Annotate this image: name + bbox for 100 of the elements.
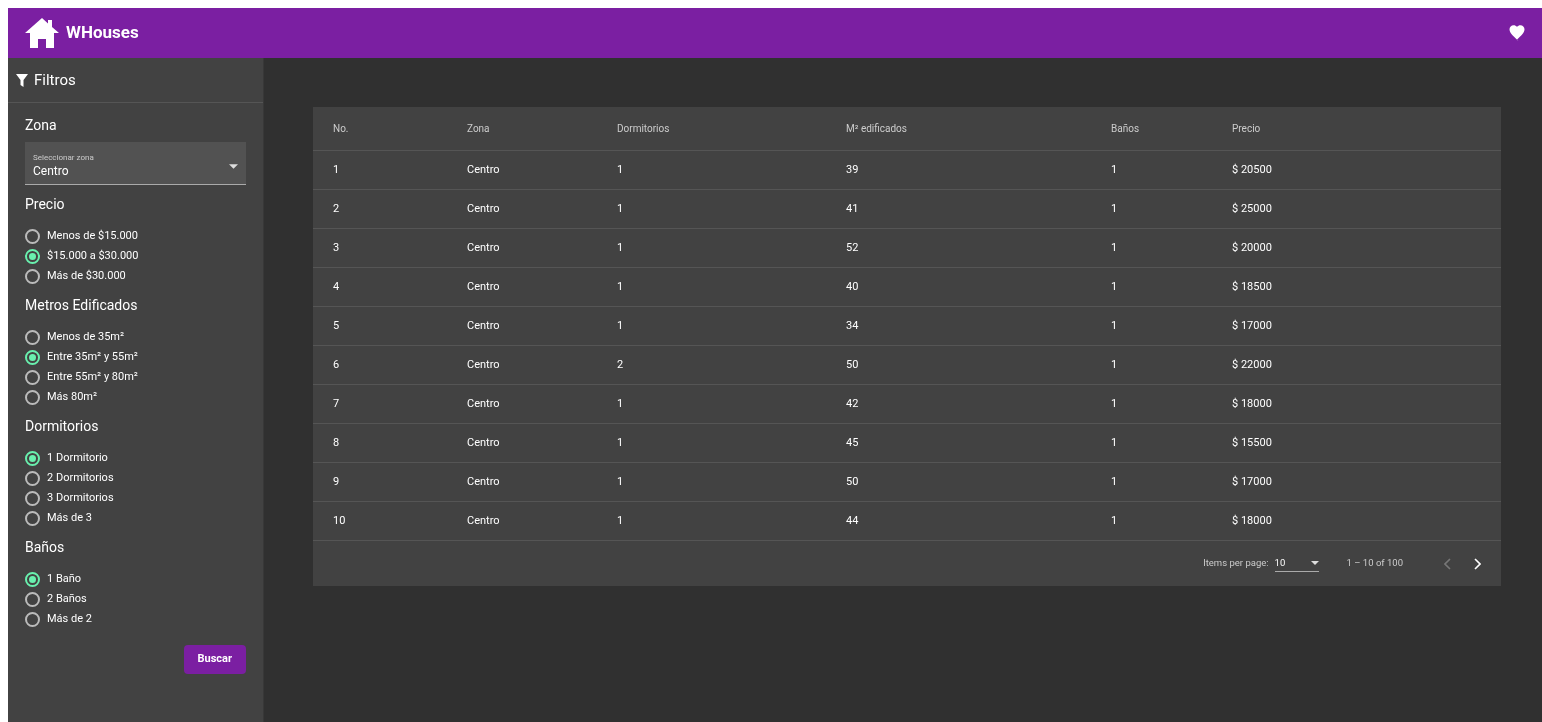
table-row[interactable]: 8 Centro 1 45 1 $ 15500 — [313, 424, 1501, 463]
table-row[interactable]: 7 Centro 1 42 1 $ 18000 — [313, 385, 1501, 424]
chevron-right-icon — [1473, 557, 1481, 570]
table-cell: 1 — [617, 201, 624, 215]
radio-option[interactable]: Más de 3 — [25, 508, 246, 528]
table-cell: Centro — [467, 396, 500, 410]
radio-option[interactable]: Entre 35m² y 55m² — [25, 347, 246, 367]
table-cell: 39 — [846, 162, 859, 176]
table-cell: 1 — [1111, 201, 1118, 215]
app-title: WHouses — [66, 21, 139, 45]
table-cell: $ 25000 — [1232, 201, 1272, 215]
table-cell: Centro — [467, 318, 500, 332]
table-cell: 1 — [617, 162, 624, 176]
radio-option[interactable]: 1 Baño — [25, 569, 246, 589]
table-row[interactable]: 1 Centro 1 39 1 $ 20500 — [313, 151, 1501, 190]
filter-heading: Precio — [25, 195, 66, 214]
table-cell: 3 — [333, 240, 340, 254]
table-cell: 7 — [333, 396, 340, 410]
radio-option[interactable]: 1 Dormitorio — [25, 448, 246, 468]
filter-heading: Metros Edificados — [25, 296, 139, 315]
table-cell: 1 — [617, 240, 624, 254]
table-cell: 5 — [333, 318, 340, 332]
table-cell: 1 — [1111, 279, 1118, 293]
table-cell: 9 — [333, 474, 340, 488]
column-header: No. — [333, 123, 349, 134]
table-cell: 1 — [1111, 435, 1118, 449]
table-cell: 10 — [333, 513, 346, 527]
column-header: Dormitorios — [617, 123, 670, 134]
table-cell: 1 — [617, 279, 624, 293]
filter-heading: Dormitorios — [25, 417, 100, 436]
table-row[interactable]: 2 Centro 1 41 1 $ 25000 — [313, 190, 1501, 229]
table-cell: Centro — [467, 357, 500, 371]
table-cell: 1 — [617, 396, 624, 410]
table-row[interactable]: 9 Centro 1 50 1 $ 17000 — [313, 463, 1501, 502]
table-cell: $ 18000 — [1232, 396, 1272, 410]
radio-option[interactable]: 3 Dormitorios — [25, 488, 246, 508]
chevron-left-icon — [1443, 557, 1451, 570]
table-cell: 41 — [846, 201, 859, 215]
table-row[interactable]: 4 Centro 1 40 1 $ 18500 — [313, 268, 1501, 307]
table-cell: 1 — [1111, 240, 1118, 254]
table-cell: Centro — [467, 240, 500, 254]
dropdown-caret-icon — [1310, 561, 1319, 565]
table-cell: 34 — [846, 318, 859, 332]
table-cell: Centro — [467, 513, 500, 527]
table-cell: 1 — [1111, 357, 1118, 371]
column-header: Zona — [467, 123, 490, 134]
filter-icon — [16, 73, 28, 87]
table-row[interactable]: 10 Centro 1 44 1 $ 18000 — [313, 502, 1501, 541]
radio-option[interactable]: Entre 55m² y 80m² — [25, 367, 246, 387]
table-cell: 52 — [846, 240, 859, 254]
table-cell: 1 — [1111, 318, 1118, 332]
table-cell: Centro — [467, 474, 500, 488]
table-cell: 1 — [617, 318, 624, 332]
table-cell: 45 — [846, 435, 859, 449]
radio-option[interactable]: Más de $30.000 — [25, 266, 246, 286]
radio-option[interactable]: Menos de 35m² — [25, 327, 246, 347]
table-cell: Centro — [467, 279, 500, 293]
search-button[interactable]: Buscar — [183, 645, 246, 674]
table-cell: $ 15500 — [1232, 435, 1272, 449]
column-header: M² edificados — [846, 123, 907, 134]
radio-option[interactable]: 2 Baños — [25, 589, 246, 609]
table-cell: 1 — [617, 435, 624, 449]
table-row[interactable]: 6 Centro 2 50 1 $ 22000 — [313, 346, 1501, 385]
table-cell: 50 — [846, 357, 859, 371]
table-cell: 2 — [617, 357, 624, 371]
select-value: Centro — [33, 163, 70, 179]
table-cell: $ 17000 — [1232, 318, 1272, 332]
table-row[interactable]: 3 Centro 1 52 1 $ 20000 — [313, 229, 1501, 268]
column-header: Precio — [1232, 123, 1261, 134]
table-cell: $ 18500 — [1232, 279, 1272, 293]
page-size-select[interactable]: 10 — [1274, 555, 1319, 572]
table-cell: 1 — [333, 162, 340, 176]
radio-option[interactable]: Menos de $15.000 — [25, 226, 246, 246]
filter-heading: Zona — [25, 116, 58, 135]
sidebar-title: Filtros — [34, 69, 76, 91]
table-cell: 40 — [846, 279, 859, 293]
dropdown-caret-icon — [229, 163, 238, 169]
table-cell: 8 — [333, 435, 340, 449]
zone-select[interactable]: Seleccionar zona Centro — [25, 142, 246, 185]
house-icon — [24, 17, 60, 49]
page-range: 1 – 10 of 100 — [1346, 556, 1403, 571]
table-row[interactable]: 5 Centro 1 34 1 $ 17000 — [313, 307, 1501, 346]
table-cell: $ 20000 — [1232, 240, 1272, 254]
table-cell: 1 — [1111, 474, 1118, 488]
table-cell: 1 — [1111, 513, 1118, 527]
table-cell: Centro — [467, 201, 500, 215]
column-header: Baños — [1111, 123, 1140, 134]
radio-option[interactable]: 2 Dormitorios — [25, 468, 246, 488]
table-cell: Centro — [467, 162, 500, 176]
table-cell: 44 — [846, 513, 859, 527]
table-cell: 42 — [846, 396, 859, 410]
table-cell: 4 — [333, 279, 340, 293]
radio-option[interactable]: $15.000 a $30.000 — [25, 246, 246, 266]
table-cell: 2 — [333, 201, 340, 215]
heart-icon[interactable] — [1508, 25, 1526, 41]
radio-option[interactable]: Más 80m² — [25, 387, 246, 407]
select-label: Seleccionar zona — [33, 153, 94, 163]
table-cell: 50 — [846, 474, 859, 488]
radio-option[interactable]: Más de 2 — [25, 609, 246, 629]
table-cell: $ 18000 — [1232, 513, 1272, 527]
